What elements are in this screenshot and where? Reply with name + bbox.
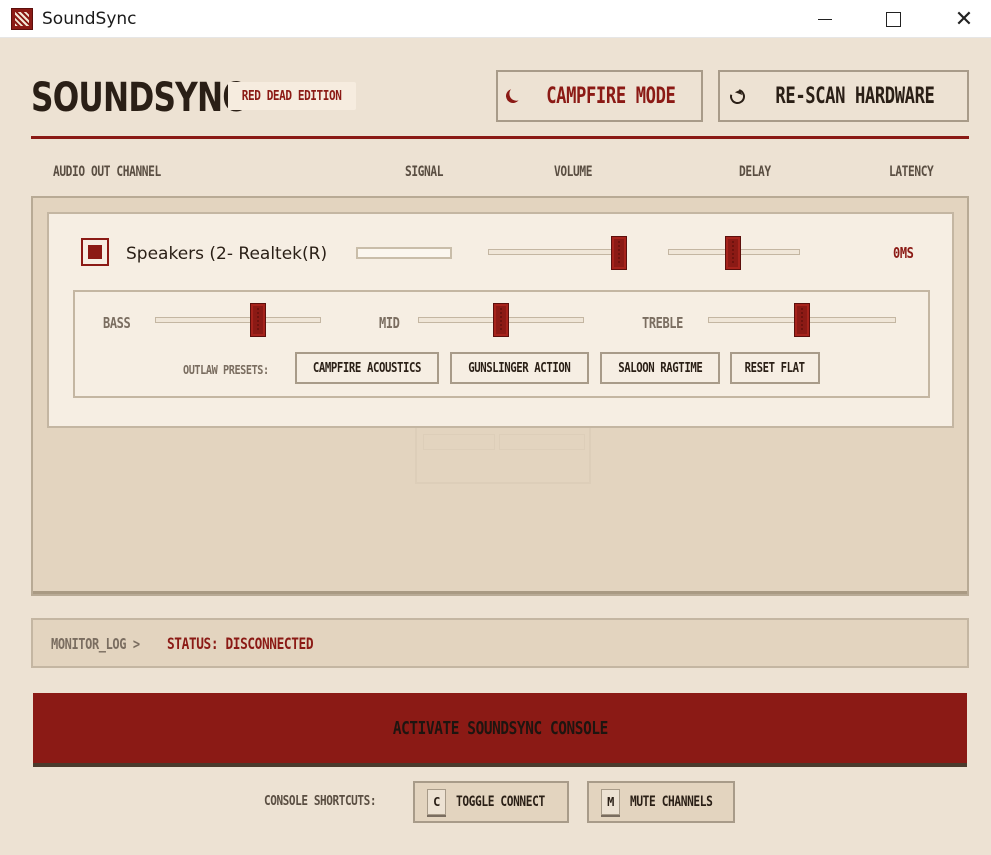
delay-slider-thumb[interactable] bbox=[724, 236, 741, 270]
toggle-connect-shortcut-button[interactable]: C TOGGLE CONNECT bbox=[413, 781, 569, 823]
ghost-placeholder bbox=[415, 426, 591, 484]
app-body: SOUNDSYNC RED DEAD EDITION CAMPFIRE MODE… bbox=[0, 38, 991, 855]
bass-slider-track[interactable] bbox=[155, 317, 321, 323]
bass-slider-thumb[interactable] bbox=[249, 303, 266, 337]
column-header-delay: DELAY bbox=[739, 164, 771, 180]
toggle-connect-label: TOGGLE CONNECT bbox=[455, 794, 545, 810]
app-logo-text: SOUNDSYNC bbox=[31, 75, 245, 121]
mid-label: MID bbox=[379, 314, 400, 332]
campfire-mode-label: CAMPFIRE MODE bbox=[545, 83, 676, 109]
moon-icon bbox=[504, 87, 522, 105]
preset-gunslinger-action-button[interactable]: GUNSLINGER ACTION bbox=[450, 352, 589, 384]
volume-slider-thumb[interactable] bbox=[610, 236, 627, 270]
rescan-hardware-label: RE-SCAN HARDWARE bbox=[775, 83, 935, 109]
window-titlebar: SoundSync ✕ bbox=[0, 0, 991, 38]
bass-label: BASS bbox=[103, 314, 131, 332]
monitor-log-bar: MONITOR_LOG > STATUS: DISCONNECTED bbox=[31, 618, 969, 668]
edition-badge: RED DEAD EDITION bbox=[228, 82, 356, 110]
shortcut-key-m: M bbox=[601, 789, 620, 815]
presets-label: OUTLAW PRESETS: bbox=[183, 363, 269, 377]
connection-status: STATUS: DISCONNECTED bbox=[167, 634, 314, 653]
maximize-icon[interactable] bbox=[870, 0, 916, 38]
campfire-mode-button[interactable]: CAMPFIRE MODE bbox=[496, 70, 703, 122]
monitor-log-prefix: MONITOR_LOG > bbox=[51, 635, 140, 653]
window-title: SoundSync bbox=[42, 9, 137, 29]
app-logo-icon bbox=[11, 8, 33, 30]
column-header-signal: SIGNAL bbox=[405, 164, 444, 180]
column-header-latency: LATENCY bbox=[889, 164, 934, 180]
preset-reset-flat-button[interactable]: RESET FLAT bbox=[730, 352, 820, 384]
header-divider bbox=[31, 136, 969, 139]
mute-channels-shortcut-button[interactable]: M MUTE CHANNELS bbox=[587, 781, 735, 823]
rescan-hardware-button[interactable]: RE-SCAN HARDWARE bbox=[718, 70, 969, 122]
treble-slider-thumb[interactable] bbox=[794, 303, 810, 337]
minimize-icon[interactable] bbox=[802, 0, 848, 38]
channels-panel[interactable]: Speakers (2- Realtek(R) 0MS BASS MID TRE… bbox=[31, 196, 969, 596]
mid-slider-thumb[interactable] bbox=[493, 303, 509, 337]
volume-slider-track[interactable] bbox=[488, 249, 624, 255]
channel-card: Speakers (2- Realtek(R) 0MS BASS MID TRE… bbox=[47, 212, 954, 428]
channel-device-name: Speakers (2- Realtek(R) bbox=[126, 244, 328, 264]
eq-panel: BASS MID TREBLE OUTLAW PRESETS: CAMPFIRE… bbox=[73, 290, 930, 398]
preset-campfire-acoustics-button[interactable]: CAMPFIRE ACOUSTICS bbox=[295, 352, 439, 384]
channel-enable-checkbox[interactable] bbox=[81, 238, 109, 266]
preset-saloon-ragtime-button[interactable]: SALOON RAGTIME bbox=[600, 352, 720, 384]
shortcut-key-c: C bbox=[427, 789, 446, 815]
column-header-channel: AUDIO OUT CHANNEL bbox=[53, 164, 161, 180]
column-header-volume: VOLUME bbox=[554, 164, 593, 180]
mute-channels-label: MUTE CHANNELS bbox=[629, 794, 713, 810]
treble-label: TREBLE bbox=[642, 314, 683, 332]
activate-console-button[interactable]: ACTIVATE SOUNDSYNC CONSOLE bbox=[33, 693, 967, 763]
refresh-icon bbox=[727, 85, 748, 107]
latency-value: 0MS bbox=[893, 244, 914, 262]
console-shortcuts-label: CONSOLE SHORTCUTS: bbox=[264, 794, 377, 809]
close-icon[interactable]: ✕ bbox=[941, 0, 987, 38]
signal-meter bbox=[356, 247, 452, 259]
